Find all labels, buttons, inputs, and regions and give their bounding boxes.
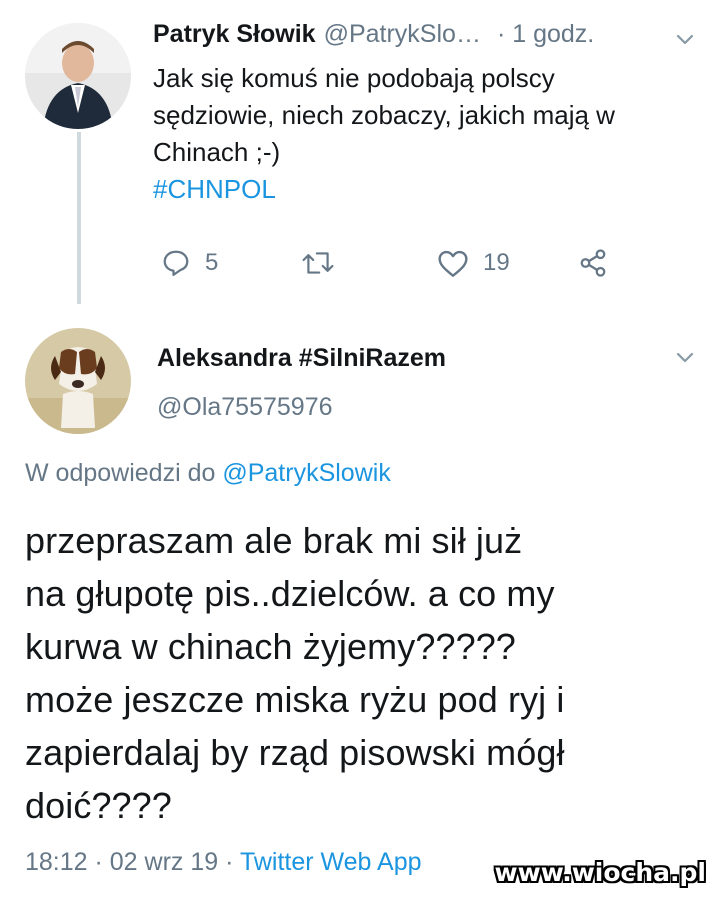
hashtag-link[interactable]: #CHNPOL: [153, 171, 693, 208]
chevron-down-icon: [676, 352, 694, 363]
tweet-text-line: Chinach ;-): [153, 137, 281, 167]
like-button[interactable]: 19: [437, 248, 510, 278]
reply-count: 5: [205, 249, 219, 276]
avatar-patryk[interactable]: [25, 23, 131, 129]
reply-context: W odpowiedzi do @PatrykSlowik: [25, 459, 391, 488]
share-icon: [580, 249, 606, 277]
tweet2-menu-button[interactable]: [674, 346, 696, 368]
tweet-text-line: kurwa w chinach żyjemy?????: [25, 626, 516, 667]
tweet-text-line: może jeszcze miska ryżu pod ryj i: [25, 679, 565, 720]
tweet-text-line: doić????: [25, 785, 172, 826]
tweet1-text: Jak się komuś nie podobają polscy sędzio…: [153, 60, 693, 208]
reply-mention-link[interactable]: @PatrykSlowik: [222, 459, 390, 487]
tweet-text-line: sędziowie, niech zobaczy, jakich mają w: [153, 100, 615, 130]
author-handle[interactable]: @PatrykSlo…: [324, 20, 481, 49]
reply-prefix: W odpowiedzi do: [25, 459, 216, 487]
chevron-down-icon: [676, 34, 694, 45]
author-name[interactable]: Aleksandra #SilniRazem: [157, 344, 446, 373]
tweet1-menu-button[interactable]: [674, 28, 696, 50]
retweet-icon: [302, 252, 334, 274]
tweet-timestamp[interactable]: 18:12 · 02 wrz 19 ·: [25, 848, 233, 876]
tweet2-text: przepraszam ale brak mi sił już na głupo…: [25, 514, 705, 832]
tweet-text-line: zapierdalaj by rząd pisowski mógł: [25, 732, 565, 773]
avatar-aleksandra[interactable]: [25, 328, 131, 434]
share-button[interactable]: [578, 248, 608, 278]
tweet-footer: 18:12 · 02 wrz 19 · Twitter Web App: [25, 848, 422, 877]
watermark: www.wiocha.pl: [494, 858, 706, 887]
tweet-text-line: Jak się komuś nie podobają polscy: [153, 63, 555, 93]
tweet-time[interactable]: · 1 godz.: [497, 20, 594, 49]
tweet-text-line: przepraszam ale brak mi sił już: [25, 520, 523, 561]
like-count: 19: [483, 249, 510, 276]
reply-icon: [163, 250, 189, 276]
tweet1-header: Patryk Słowik @PatrykSlo… · 1 godz.: [153, 20, 594, 49]
thread-line: [77, 132, 81, 304]
reply-button[interactable]: 5: [161, 248, 218, 278]
retweet-button[interactable]: [300, 248, 350, 278]
author-handle[interactable]: @Ola75575976: [157, 393, 333, 422]
tweet-text-line: na głupotę pis..dzielców. a co my: [25, 573, 555, 614]
like-icon: [438, 250, 468, 277]
source-app-link[interactable]: Twitter Web App: [240, 848, 422, 876]
author-name[interactable]: Patryk Słowik: [153, 20, 316, 49]
